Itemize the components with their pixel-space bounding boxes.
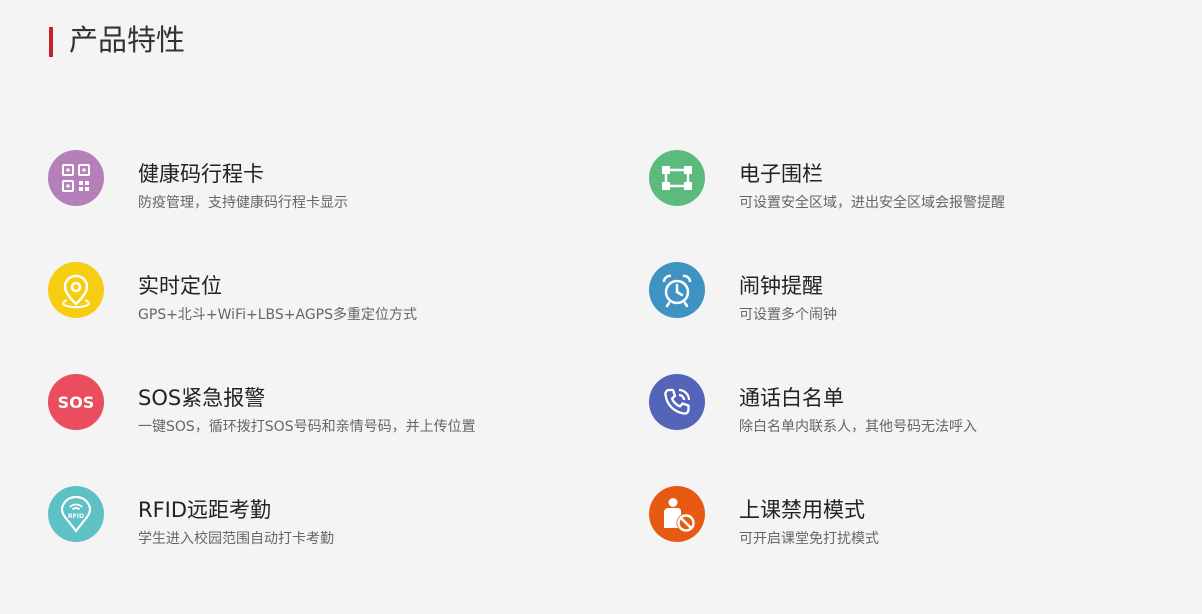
feature-call-whitelist: 通话白名单 除白名单内联系人，其他号码无法呼入 [649, 374, 1169, 435]
feature-sos-alarm: SOS SOS紧急报警 一键SOS，循环拨打SOS号码和亲情号码，并上传位置 [48, 374, 568, 435]
qr-code-icon [48, 150, 104, 206]
feature-description: 学生进入校园范围自动打卡考勤 [138, 531, 334, 547]
feature-electronic-fence: 电子围栏 可设置安全区域，进出安全区域会报警提醒 [649, 150, 1169, 211]
feature-description: 除白名单内联系人，其他号码无法呼入 [739, 419, 977, 435]
feature-description: GPS+北斗+WiFi+LBS+AGPS多重定位方式 [138, 307, 418, 323]
class-disable-icon [649, 486, 705, 542]
feature-rfid-attendance: RFID RFID远距考勤 学生进入校园范围自动打卡考勤 [48, 486, 568, 547]
feature-title: 健康码行程卡 [138, 162, 264, 186]
feature-description: 可设置安全区域，进出安全区域会报警提醒 [739, 195, 1005, 211]
feature-health-code: 健康码行程卡 防疫管理，支持健康码行程卡显示 [48, 150, 568, 211]
feature-title: SOS紧急报警 [138, 386, 266, 410]
feature-title: 上课禁用模式 [739, 498, 865, 522]
phone-call-icon [649, 374, 705, 430]
feature-description: 可设置多个闹钟 [739, 307, 837, 323]
feature-description: 可开启课堂免打扰模式 [739, 531, 879, 547]
feature-title: 电子围栏 [739, 162, 823, 186]
feature-title: 通话白名单 [739, 386, 844, 410]
feature-class-mode: 上课禁用模式 可开启课堂免打扰模式 [649, 486, 1169, 547]
feature-description: 一键SOS，循环拨打SOS号码和亲情号码，并上传位置 [138, 419, 476, 435]
svg-text:SOS: SOS [58, 393, 95, 412]
svg-text:RFID: RFID [68, 513, 84, 520]
feature-title: 闹钟提醒 [739, 274, 823, 298]
fence-icon [649, 150, 705, 206]
feature-description: 防疫管理，支持健康码行程卡显示 [138, 195, 348, 211]
feature-alarm-reminder: 闹钟提醒 可设置多个闹钟 [649, 262, 1169, 323]
title-accent-bar [49, 27, 53, 57]
sos-icon: SOS [48, 374, 104, 430]
feature-title: RFID远距考勤 [138, 498, 272, 522]
location-pin-icon [48, 262, 104, 318]
rfid-icon: RFID [48, 486, 104, 542]
alarm-clock-icon [649, 262, 705, 318]
feature-realtime-location: 实时定位 GPS+北斗+WiFi+LBS+AGPS多重定位方式 [48, 262, 568, 323]
section-title: 产品特性 [69, 23, 186, 57]
feature-title: 实时定位 [138, 274, 222, 298]
